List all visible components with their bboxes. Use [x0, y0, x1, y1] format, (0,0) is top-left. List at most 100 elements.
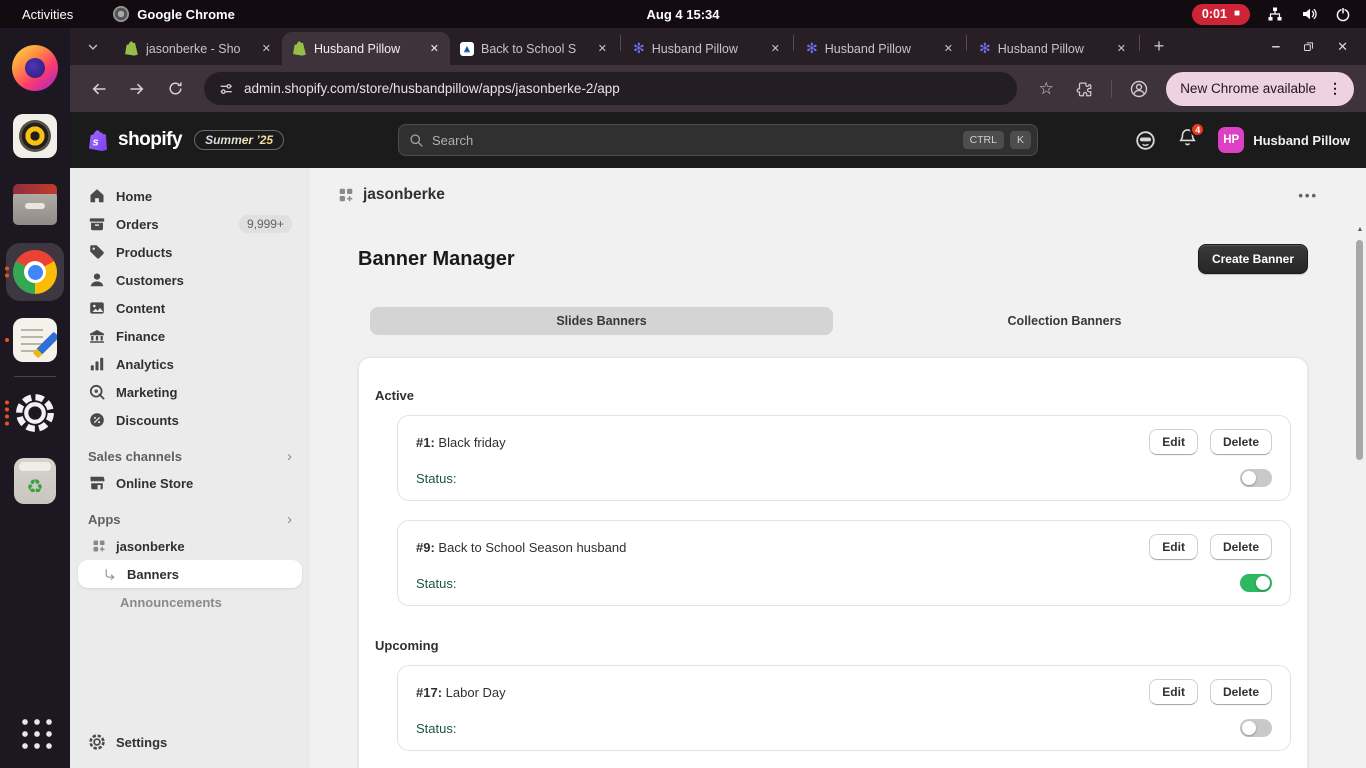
tab-jasonberke[interactable]: jasonberke - Sho ✕ — [114, 32, 282, 65]
sidebar-item-customers[interactable]: Customers — [78, 266, 302, 294]
network-icon[interactable] — [1266, 5, 1284, 23]
shopify-bag-icon: s — [89, 130, 107, 152]
sidekick-icon[interactable] — [1134, 129, 1157, 152]
dock: ♻ — [0, 28, 70, 768]
dock-item-trash[interactable]: ♻ — [0, 447, 70, 515]
sidebar-item-analytics[interactable]: Analytics — [78, 350, 302, 378]
clock[interactable]: Aug 4 15:34 — [647, 7, 720, 22]
tab-separator — [966, 34, 967, 51]
delete-button[interactable]: Delete — [1209, 534, 1272, 560]
close-tab-icon[interactable]: ✕ — [427, 42, 442, 55]
sidebar-item-marketing[interactable]: Marketing — [78, 378, 302, 406]
dock-item-show-apps[interactable] — [0, 700, 70, 768]
status-toggle[interactable] — [1240, 719, 1272, 737]
notifications-button[interactable]: 4 — [1177, 122, 1206, 153]
reload-button[interactable] — [158, 72, 192, 106]
system-bar: Activities Google Chrome Aug 4 15:34 0:0… — [0, 0, 1366, 28]
focused-app-menu[interactable]: Google Chrome — [113, 6, 235, 22]
edition-badge[interactable]: Summer ’25 — [194, 130, 285, 150]
sidebar-item-orders[interactable]: Orders 9,999+ — [78, 210, 302, 238]
site-settings-icon[interactable] — [218, 81, 234, 97]
chrome-window-dots — [5, 266, 9, 278]
store-name: Husband Pillow — [1253, 132, 1350, 148]
sidebar-item-products[interactable]: Products — [78, 238, 302, 266]
dock-item-text-editor[interactable] — [0, 306, 70, 374]
school-site-favicon — [460, 41, 474, 56]
create-banner-button[interactable]: Create Banner — [1197, 244, 1308, 274]
tab-back-to-school[interactable]: Back to School S ✕ — [450, 32, 618, 65]
power-icon[interactable] — [1334, 5, 1352, 23]
tab-collection-banners[interactable]: Collection Banners — [833, 307, 1296, 335]
scroll-up-arrow-icon[interactable]: ▲ — [1354, 226, 1366, 233]
tab-husband-pillow-active[interactable]: Husband Pillow ✕ — [282, 32, 450, 65]
tab-husband-pillow-2[interactable]: ✻ Husband Pillow ✕ — [623, 32, 791, 65]
dock-item-files[interactable] — [0, 170, 70, 238]
delete-button[interactable]: Delete — [1209, 429, 1272, 455]
tab-separator — [620, 34, 621, 51]
tab-slides-banners[interactable]: Slides Banners — [370, 307, 833, 335]
dock-item-chrome[interactable] — [0, 238, 70, 306]
sidebar-item-discounts[interactable]: Discounts — [78, 406, 302, 434]
tab-search-button[interactable] — [80, 34, 106, 60]
volume-icon[interactable] — [1300, 5, 1318, 23]
status-toggle[interactable] — [1240, 469, 1272, 487]
close-window-icon[interactable]: ✕ — [1337, 39, 1348, 55]
status-toggle[interactable] — [1240, 574, 1272, 592]
activities-button[interactable]: Activities — [22, 7, 73, 22]
apps-header[interactable]: Apps › — [88, 511, 292, 528]
banner-title: #17: Labor Day — [416, 684, 506, 700]
close-tab-icon[interactable]: ✕ — [941, 42, 956, 55]
settings-window-dots — [5, 400, 9, 426]
close-tab-icon[interactable]: ✕ — [1114, 42, 1129, 55]
chrome-update-button[interactable]: New Chrome available ⋮ — [1166, 71, 1354, 106]
close-tab-icon[interactable]: ✕ — [259, 42, 274, 55]
bookmark-star-icon[interactable]: ☆ — [1029, 72, 1063, 106]
extensions-icon[interactable] — [1067, 72, 1101, 106]
sidebar-item-content[interactable]: Content — [78, 294, 302, 322]
flower-favicon: ✻ — [806, 40, 818, 57]
forward-button[interactable] — [120, 72, 154, 106]
editor-window-dots — [5, 338, 9, 342]
minimize-window-icon[interactable]: – — [1272, 38, 1280, 55]
shopify-logo[interactable]: s shopify Summer ’25 — [86, 128, 398, 152]
scrollbar-thumb[interactable] — [1356, 240, 1363, 460]
browser-menu-icon[interactable]: ⋮ — [1324, 80, 1346, 97]
screen-recording-indicator[interactable]: 0:01 ■ — [1191, 3, 1250, 25]
tab-husband-pillow-3[interactable]: ✻ Husband Pillow ✕ — [796, 32, 964, 65]
sidebar-item-announcements[interactable]: Announcements — [78, 588, 302, 616]
chrome-app-icon — [113, 6, 130, 22]
address-bar[interactable]: admin.shopify.com/store/husbandpillow/ap… — [204, 72, 1018, 105]
profile-icon[interactable] — [1122, 72, 1156, 106]
content-icon — [90, 302, 104, 314]
edit-button[interactable]: Edit — [1149, 429, 1198, 455]
close-tab-icon[interactable]: ✕ — [768, 42, 783, 55]
sidebar-item-home[interactable]: Home — [78, 182, 302, 210]
global-search[interactable]: CTRL K — [398, 124, 1038, 156]
more-actions-icon[interactable]: ••• — [1298, 188, 1338, 203]
sales-channels-header[interactable]: Sales channels › — [88, 448, 292, 465]
stop-recording-icon: ■ — [1233, 8, 1240, 19]
tab-husband-pillow-4[interactable]: ✻ Husband Pillow ✕ — [969, 32, 1137, 65]
page-scrollbar[interactable]: ▲ — [1354, 222, 1366, 768]
flower-favicon: ✻ — [633, 40, 645, 57]
restore-window-icon[interactable] — [1302, 40, 1315, 53]
edit-button[interactable]: Edit — [1149, 679, 1198, 705]
edit-button[interactable]: Edit — [1149, 534, 1198, 560]
sidebar-item-banners[interactable]: Banners — [78, 560, 302, 588]
account-menu[interactable]: HP Husband Pillow — [1218, 127, 1350, 153]
dock-item-rhythmbox[interactable] — [0, 102, 70, 170]
back-button[interactable] — [82, 72, 116, 106]
sub-item-arrow-icon — [105, 568, 115, 580]
dock-item-settings[interactable] — [0, 379, 70, 447]
dock-item-firefox[interactable] — [0, 34, 70, 102]
sidebar-item-settings[interactable]: Settings — [78, 728, 302, 756]
sidebar-item-jasonberke-app[interactable]: jasonberke — [78, 532, 302, 560]
sidebar-item-online-store[interactable]: Online Store — [78, 469, 302, 497]
banners-panel: Active #1: Black friday Edit Delete Stat… — [358, 357, 1308, 768]
new-tab-button[interactable]: + — [1146, 34, 1172, 60]
close-tab-icon[interactable]: ✕ — [595, 42, 610, 55]
search-input[interactable] — [432, 132, 955, 148]
firefox-icon — [12, 45, 58, 91]
delete-button[interactable]: Delete — [1209, 679, 1272, 705]
sidebar-item-finance[interactable]: Finance — [78, 322, 302, 350]
